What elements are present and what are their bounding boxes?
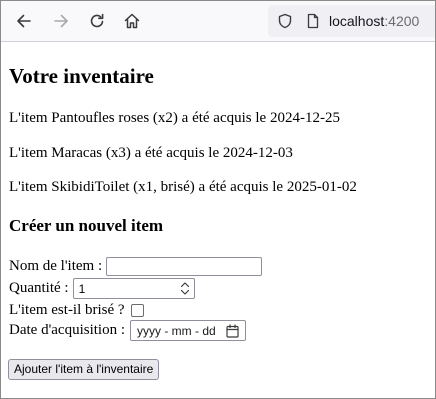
browser-window: localhost:4200 Votre inventaire L'item P… <box>0 0 436 399</box>
url-port: :4200 <box>384 13 420 29</box>
quantity-row: Quantité : 1 <box>9 277 195 299</box>
date-label: Date d'acquisition : <box>9 322 126 338</box>
home-icon <box>124 13 140 29</box>
inventory-item: L'item Pantoufles roses (x2) a été acqui… <box>9 110 340 126</box>
broken-label: L'item est-il brisé ? <box>9 302 125 318</box>
calendar-icon[interactable] <box>226 323 239 341</box>
add-item-button[interactable]: Ajouter l'item à l'inventaire <box>8 359 160 380</box>
acquisition-date-input[interactable]: yyyy - mm - dd <box>130 319 247 341</box>
name-label: Nom de l'item : <box>9 258 103 274</box>
quantity-value: 1 <box>78 281 86 296</box>
name-row: Nom de l'item : <box>9 256 263 276</box>
quantity-input[interactable]: 1 <box>72 277 195 299</box>
reload-icon <box>90 13 104 28</box>
address-bar[interactable]: localhost:4200 <box>268 5 435 37</box>
item-name-input[interactable] <box>106 256 263 276</box>
url-text[interactable]: localhost:4200 <box>329 12 419 30</box>
back-button[interactable] <box>10 7 38 35</box>
form-title: Créer un nouvel item <box>9 216 164 235</box>
inventory-item: L'item Maracas (x3) a été acquis le 2024… <box>9 145 293 161</box>
broken-row: L'item est-il brisé ? <box>9 300 144 320</box>
arrow-right-icon <box>54 14 68 28</box>
reload-button[interactable] <box>83 7 111 35</box>
date-placeholder: yyyy - mm - dd <box>137 323 216 338</box>
url-host: localhost <box>329 13 385 29</box>
spinner-icon[interactable] <box>180 281 190 299</box>
forward-button[interactable] <box>47 7 75 35</box>
inventory-item: L'item SkibidiToilet (x1, brisé) a été a… <box>9 179 357 195</box>
broken-checkbox[interactable] <box>130 303 144 317</box>
quantity-label: Quantité : <box>9 280 69 296</box>
arrow-left-icon <box>17 14 31 28</box>
home-button[interactable] <box>118 7 146 35</box>
browser-toolbar: localhost:4200 <box>1 1 435 42</box>
shield-icon[interactable] <box>277 13 293 34</box>
date-row: Date d'acquisition : yyyy - mm - dd <box>9 319 247 341</box>
page-icon[interactable] <box>305 13 321 34</box>
page-title: Votre inventaire <box>9 64 154 88</box>
